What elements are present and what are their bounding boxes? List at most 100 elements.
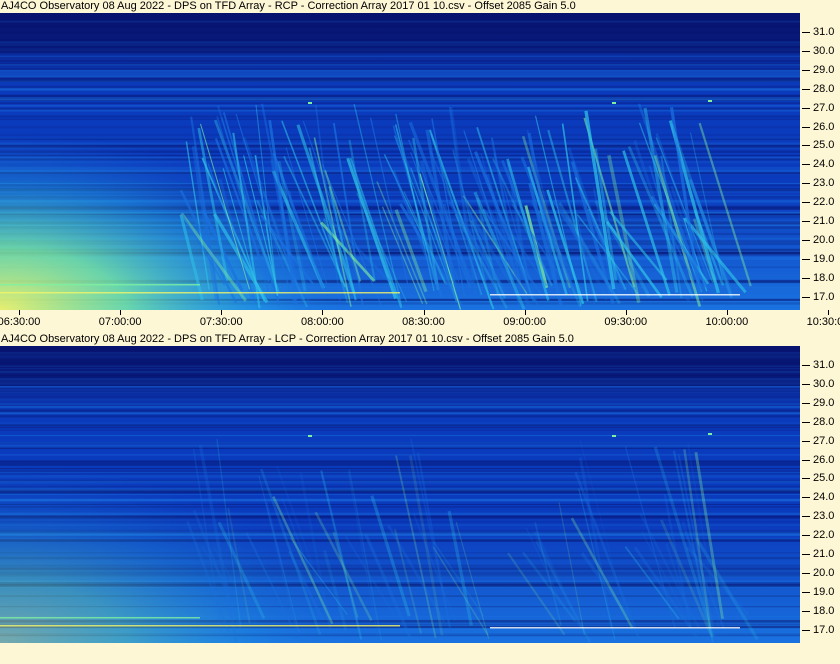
y-tick-label: 28.0 [813, 415, 835, 428]
frequency-band [0, 104, 800, 107]
y-tick-label: 25.0 [813, 472, 835, 485]
marker-dot [612, 102, 616, 104]
top-dark-band [0, 346, 800, 386]
frequency-band [0, 442, 800, 444]
y-tick-label: 21.0 [813, 548, 835, 561]
y-tick-label: 18.0 [813, 604, 835, 617]
x-tick-label: 10:00:00 [705, 316, 749, 328]
y-tick-label: 21.0 [813, 215, 835, 228]
y-tick-label: 29.0 [813, 63, 835, 76]
y-tick-label: 23.0 [813, 510, 835, 523]
y-tick-label: 24.0 [813, 158, 835, 171]
frequency-band [0, 453, 800, 456]
x-tick [625, 310, 627, 315]
y-tick [802, 69, 810, 71]
frequency-band [0, 85, 800, 88]
frequency-band [0, 102, 800, 104]
y-tick-label: 22.0 [813, 529, 835, 542]
frequency-band [0, 396, 800, 398]
interference-line [0, 292, 400, 294]
rcp-spectrogram [0, 13, 800, 310]
y-tick [802, 31, 810, 33]
y-tick-label: 18.0 [813, 271, 835, 284]
y-tick [802, 164, 810, 166]
y-tick [802, 240, 810, 241]
marker-dot [708, 100, 712, 102]
x-tick [19, 310, 20, 315]
y-tick [802, 88, 810, 90]
y-tick [802, 126, 810, 128]
frequency-band [0, 409, 800, 411]
frequency-band [0, 79, 800, 81]
x-tick-label: 07:30:00 [199, 316, 243, 328]
top-dark-band [0, 13, 800, 53]
x-tick-label: 10:30:00 [806, 316, 840, 328]
x-tick [828, 310, 829, 315]
y-tick-label: 22.0 [813, 196, 835, 209]
frequency-band [0, 398, 800, 401]
y-tick [802, 610, 810, 612]
x-tick [726, 310, 728, 315]
interference-line [0, 617, 200, 619]
interference-line [0, 284, 200, 286]
y-tick [802, 497, 810, 499]
y-tick [802, 202, 810, 204]
frequency-band [0, 390, 800, 393]
y-tick-label: 17.0 [813, 623, 835, 636]
x-tick-label: 07:00:00 [98, 316, 142, 328]
y-tick [802, 629, 810, 631]
y-tick-label: 27.0 [813, 101, 835, 114]
y-tick [802, 478, 810, 480]
frequency-band [0, 72, 800, 75]
frequency-band [0, 77, 800, 79]
frequency-band [0, 429, 800, 432]
y-tick-label: 17.0 [813, 290, 835, 303]
y-tick-label: 30.0 [813, 44, 835, 57]
frequency-band [0, 115, 800, 118]
frequency-band [0, 405, 800, 408]
x-tick-label: 08:00:00 [300, 316, 344, 328]
frequency-band [0, 415, 800, 418]
y-tick [802, 277, 810, 279]
y-tick-label: 31.0 [813, 25, 835, 38]
marker-dot [612, 435, 616, 437]
rcp-title: AJ4CO Observatory 08 Aug 2022 - DPS on T… [1, 0, 576, 12]
y-tick-label: 19.0 [813, 252, 835, 265]
frequency-band [0, 94, 800, 96]
x-tick [322, 310, 324, 315]
x-tick-label: 09:30:00 [604, 316, 648, 328]
frequency-band [0, 424, 800, 428]
low-frequency-hotspot [0, 466, 360, 643]
frequency-band [0, 99, 800, 102]
frequency-band [0, 385, 800, 388]
y-tick [802, 364, 810, 366]
interference-line [490, 627, 740, 629]
interference-line [490, 294, 740, 296]
lcp-spectrogram-plot [0, 346, 800, 643]
frequency-band [0, 407, 800, 409]
y-tick-label: 20.0 [813, 234, 835, 246]
y-tick [802, 258, 810, 260]
y-tick [802, 516, 810, 518]
frequency-band [0, 60, 800, 62]
y-tick [802, 554, 810, 556]
y-tick [802, 402, 810, 404]
frequency-band [0, 444, 800, 448]
y-tick-label: 29.0 [813, 396, 835, 409]
time-axis: 06:30:00 07:00:00 07:30:00 08:00:00 08:30:00… [0, 310, 840, 330]
y-tick-label: 23.0 [813, 177, 835, 190]
y-tick [802, 535, 810, 537]
y-tick-label: 25.0 [813, 139, 835, 152]
x-tick-label: 08:30:00 [402, 316, 445, 328]
y-tick-label: 30.0 [813, 377, 835, 390]
rcp-spectrogram-plot [0, 13, 800, 310]
frequency-band [0, 125, 800, 129]
rcp-frequency-axis: 31.0 30.0 29.0 28.0 27.0 26.0 25.0 24.0 23.0 22.0… [800, 13, 840, 310]
marker-dot [708, 433, 712, 435]
x-tick-label: 09:00:00 [503, 316, 547, 328]
x-tick [120, 310, 122, 315]
lcp-spectrogram [0, 346, 800, 643]
y-tick-label: 28.0 [813, 82, 835, 95]
y-tick [802, 50, 810, 52]
y-tick-label: 27.0 [813, 434, 835, 447]
